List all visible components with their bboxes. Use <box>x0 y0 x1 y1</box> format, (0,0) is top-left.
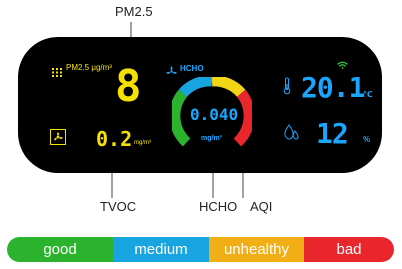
hcho-title: HCHO <box>180 64 204 73</box>
gauge-good-arc <box>172 89 191 147</box>
gauge-medium-arc <box>178 77 213 98</box>
temperature-value: 20.1 <box>301 71 365 104</box>
aqi-callout-label: AQI <box>250 199 273 214</box>
pm25-value: 8 <box>115 61 142 112</box>
scale-bad: bad <box>304 237 394 262</box>
tvoc-value: 0.2 <box>96 127 133 151</box>
display-panel: PM2.5 μg/m³ 8 0.2 mg/m³ HCHO 0.040 mg/m³… <box>18 37 382 173</box>
grid-icon <box>52 64 63 77</box>
fan-box-icon <box>50 129 66 145</box>
tvoc-callout-label: TVOC <box>100 199 137 214</box>
pm25-callout-label: PM2.5 <box>115 4 153 19</box>
gauge-bad-arc <box>233 89 252 147</box>
thermometer-icon <box>283 77 291 95</box>
humidity-unit: % <box>363 135 371 144</box>
scale-medium: medium <box>113 237 209 262</box>
wifi-icon <box>337 56 348 69</box>
temperature-unit: ℃ <box>363 90 373 99</box>
fan-icon <box>166 64 177 75</box>
tvoc-unit: mg/m³ <box>134 140 151 146</box>
humidity-value: 12 <box>316 117 349 150</box>
pm25-title: PM2.5 μg/m³ <box>66 63 112 72</box>
aqi-scale-bar: good medium unhealthy bad <box>7 237 394 262</box>
gauge-unhealthy-arc <box>211 77 246 98</box>
hcho-unit: mg/m³ <box>201 135 222 142</box>
hcho-value: 0.040 <box>190 105 239 124</box>
droplet-icon <box>283 124 299 141</box>
hcho-callout-label: HCHO <box>199 199 238 214</box>
scale-unhealthy: unhealthy <box>209 237 304 262</box>
scale-good: good <box>7 237 113 262</box>
